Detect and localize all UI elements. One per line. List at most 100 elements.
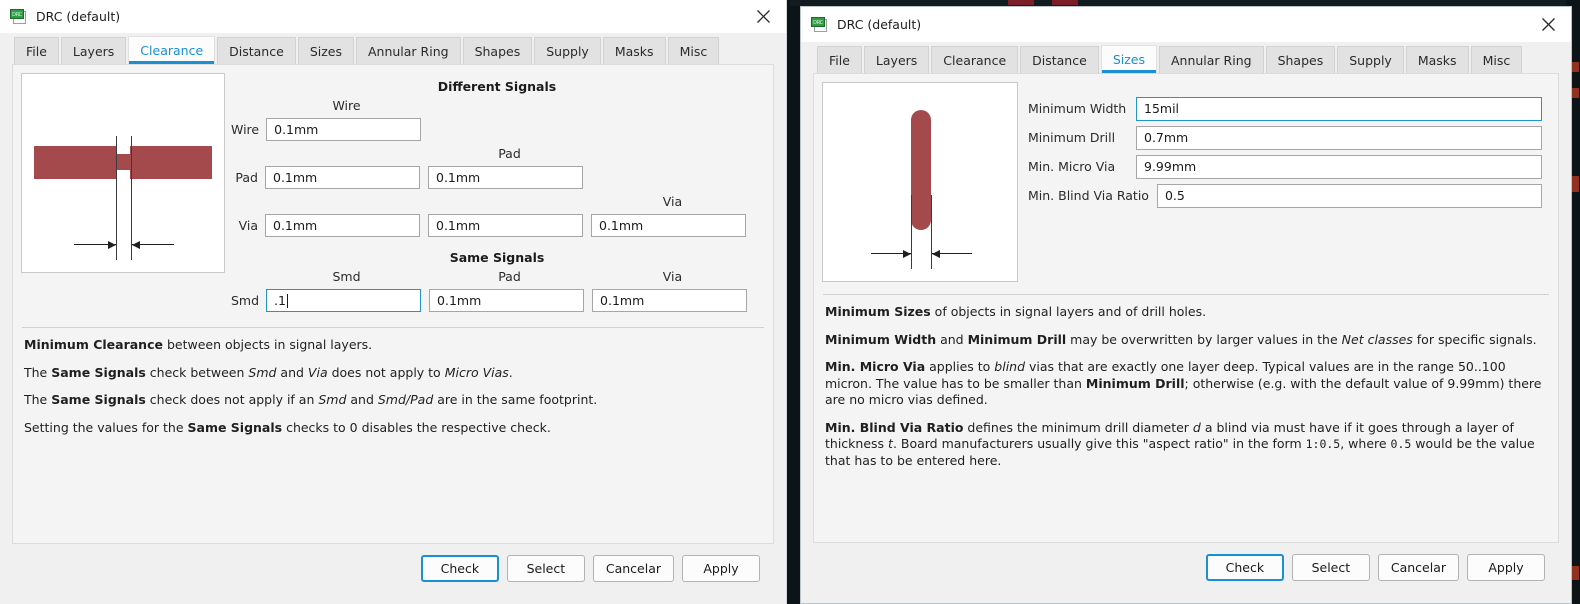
tab-supply[interactable]: Supply xyxy=(534,37,601,64)
tab-label: Shapes xyxy=(1277,52,1324,68)
tab-label: Distance xyxy=(1032,52,1087,68)
pad-left-shape xyxy=(34,146,116,179)
field-label: Min. Micro Via xyxy=(1028,159,1116,174)
dialog-buttons: Check Select Cancelar Apply xyxy=(12,544,774,594)
tab-label: Misc xyxy=(1482,52,1511,68)
tab-sizes[interactable]: Sizes xyxy=(297,37,354,64)
measure-line-left xyxy=(116,136,117,260)
tab-bar: File Layers Clearance Distance Sizes Annular … xyxy=(0,33,786,64)
colhead-same-via: Via xyxy=(662,269,683,284)
same-signals-header: Smd Pad Via xyxy=(231,267,763,286)
field-smd-smd-wrap: .1 xyxy=(266,289,422,312)
field-smd-smd-text: .1 xyxy=(274,293,286,308)
apply-button[interactable]: Apply xyxy=(1467,554,1545,581)
tab-shapes[interactable]: Shapes xyxy=(1265,46,1336,73)
apply-button[interactable]: Apply xyxy=(682,555,760,582)
tab-content-clearance: Different Signals Wire Wire 0.1mm Pad Pa… xyxy=(0,64,786,604)
cancelar-button[interactable]: Cancelar xyxy=(1377,554,1459,581)
trace-shape xyxy=(911,110,931,230)
tab-shapes[interactable]: Shapes xyxy=(462,37,533,64)
field-minimum-width[interactable]: 15mil xyxy=(1136,96,1542,121)
field-pad-pad-wrap: 0.1mm xyxy=(428,166,583,189)
rowlabel-pad: Pad xyxy=(235,170,258,185)
check-button[interactable]: Check xyxy=(1205,554,1284,581)
field-via-pad-wrap: 0.1mm xyxy=(428,214,583,237)
tab-clearance[interactable]: Clearance xyxy=(128,36,216,64)
help-text-clearance: Minimum Clearance between objects in sig… xyxy=(22,327,764,543)
field-smd-via[interactable]: 0.1mm xyxy=(592,289,748,312)
select-button[interactable]: Select xyxy=(1291,554,1370,581)
tab-file[interactable]: File xyxy=(817,46,862,73)
help-paragraph: Setting the values for the Same Signals … xyxy=(24,419,551,435)
tab-label: Annular Ring xyxy=(367,43,449,59)
tab-distance[interactable]: Distance xyxy=(217,37,296,64)
tab-layers[interactable]: Layers xyxy=(863,46,930,73)
field-label: Min. Blind Via Ratio xyxy=(1028,188,1149,203)
colhead-pad: Pad xyxy=(498,146,521,161)
field-via-wire[interactable]: 0.1mm xyxy=(265,214,420,237)
help-paragraph: The Same Signals check does not apply if… xyxy=(24,392,598,407)
rowlabel-smd: Smd xyxy=(231,293,260,308)
colhead-wire: Wire xyxy=(332,98,361,113)
field-min-blind-via-ratio[interactable]: 0.5 xyxy=(1156,183,1542,208)
field-label: Minimum Width xyxy=(1028,101,1127,116)
tab-sizes[interactable]: Sizes xyxy=(1100,45,1157,73)
tab-misc[interactable]: Misc xyxy=(1470,46,1523,73)
tab-layers[interactable]: Layers xyxy=(60,37,127,64)
cancelar-button[interactable]: Cancelar xyxy=(592,555,674,582)
field-via-pad[interactable]: 0.1mm xyxy=(428,214,583,237)
tab-clearance[interactable]: Clearance xyxy=(931,46,1019,73)
field-smd-pad[interactable]: 0.1mm xyxy=(429,289,585,312)
close-icon[interactable] xyxy=(746,3,780,31)
clearance-preview-diagram xyxy=(21,73,225,273)
tab-masks[interactable]: Masks xyxy=(1405,46,1469,73)
different-signals-header-2: Pad xyxy=(231,144,763,163)
field-min-micro-via[interactable]: 9.99mm xyxy=(1136,154,1542,179)
field-wire-wire[interactable]: 0.1mm xyxy=(266,118,422,141)
tab-label: Layers xyxy=(72,43,115,59)
tab-label: Clearance xyxy=(140,43,204,58)
field-via-wire-wrap: 0.1mm xyxy=(265,214,420,237)
tab-label: Masks xyxy=(1417,52,1457,68)
field-wire-wire-wrap: 0.1mm xyxy=(266,118,422,141)
drc-window-clearance: DRC DRC (default) File Layers Clearance Dis… xyxy=(0,0,787,604)
rowlabel-wire: Wire xyxy=(231,122,260,137)
help-paragraph: Min. Micro Via applies to blind vias tha… xyxy=(825,359,1542,407)
sizes-preview-diagram xyxy=(822,82,1018,282)
sizes-card: Minimum Width 15mil Minimum Drill 0.7mm Min.… xyxy=(813,73,1559,543)
field-pad-wire[interactable]: 0.1mm xyxy=(265,166,420,189)
title-bar: DRC DRC (default) xyxy=(801,7,1571,42)
colhead-via: Via xyxy=(662,194,683,209)
tab-masks[interactable]: Masks xyxy=(602,37,666,64)
close-icon[interactable] xyxy=(1531,11,1565,39)
tab-content-sizes: Minimum Width 15mil Minimum Drill 0.7mm Min.… xyxy=(801,73,1571,603)
same-signals-title: Same Signals xyxy=(449,250,545,265)
clearance-fields: Different Signals Wire Wire 0.1mm Pad Pa… xyxy=(225,73,773,315)
check-button[interactable]: Check xyxy=(420,555,499,582)
dimension-arrow-right xyxy=(932,250,940,258)
select-button[interactable]: Select xyxy=(506,555,585,582)
tab-distance[interactable]: Distance xyxy=(1020,46,1099,73)
tab-misc[interactable]: Misc xyxy=(667,37,720,64)
tab-annular-ring[interactable]: Annular Ring xyxy=(355,37,461,64)
field-row: Min. Blind Via Ratio 0.5 xyxy=(1028,181,1542,210)
desktop-red-mark xyxy=(1008,0,1034,5)
field-minimum-drill[interactable]: 0.7mm xyxy=(1136,125,1542,150)
field-via-via[interactable]: 0.1mm xyxy=(591,214,746,237)
field-pad-pad[interactable]: 0.1mm xyxy=(428,166,583,189)
tab-label: Supply xyxy=(546,43,589,59)
different-signals-title: Different Signals xyxy=(437,79,557,94)
tab-label: Masks xyxy=(614,43,654,59)
desktop-root: DRC DRC (default) File Layers Clearance Dis… xyxy=(0,0,1580,604)
tab-label: File xyxy=(26,43,47,59)
help-paragraph: Minimum Sizes of objects in signal layer… xyxy=(825,304,1207,319)
help-text-sizes: Minimum Sizes of objects in signal layer… xyxy=(823,294,1549,542)
field-smd-smd[interactable]: .1 xyxy=(266,289,422,312)
tab-label: Shapes xyxy=(474,43,521,59)
preview-and-fields-row: Different Signals Wire Wire 0.1mm Pad Pa… xyxy=(13,65,773,315)
drc-app-icon: DRC xyxy=(811,16,828,33)
tab-supply[interactable]: Supply xyxy=(1337,46,1404,73)
tab-annular-ring[interactable]: Annular Ring xyxy=(1158,46,1264,73)
tab-label: Annular Ring xyxy=(1170,52,1252,68)
tab-file[interactable]: File xyxy=(14,37,59,64)
